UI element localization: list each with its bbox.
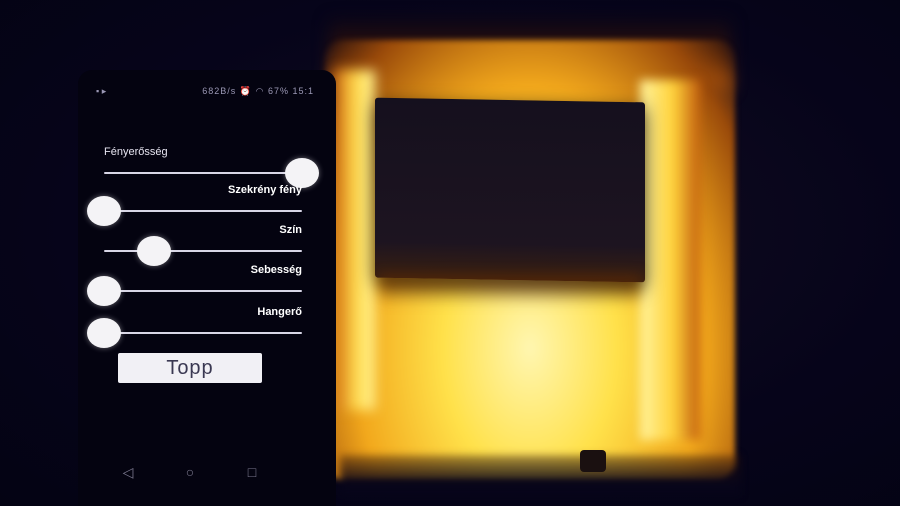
panel-shadow [380,275,640,305]
scene: ▪ ▸ 682B/s ⏰ ◠ 67% 15:1 Fényerősség Szek… [0,0,900,506]
battery-level: 67% [267,86,289,96]
slider-brightness[interactable]: Fényerősség [92,146,319,188]
slider-thumb[interactable] [136,236,171,266]
recents-icon[interactable]: □ [242,462,262,482]
slider-thumb[interactable] [87,276,121,306]
status-icons: ▪ ▸ [96,86,107,96]
dark-cover-panel [375,97,645,283]
wifi-icon: ◠ [255,86,265,96]
alarm-icon: ⏰ [239,86,253,96]
glow-left-panel [335,70,375,410]
slider-track[interactable] [104,172,302,174]
clock: 15:1 [292,86,314,96]
status-bar: ▪ ▸ 682B/s ⏰ ◠ 67% 15:1 [96,86,314,98]
network-speed: 682B/s [202,86,237,96]
slider-speed[interactable]: Sebesség [87,264,302,306]
slider-label: Fényerősség [104,146,168,158]
glow-right-panel [640,80,700,440]
phone-screen: ▪ ▸ 682B/s ⏰ ◠ 67% 15:1 Fényerősség Szek… [78,70,336,506]
base-shadow [340,455,740,495]
home-icon[interactable]: ○ [180,462,200,482]
slider-label: Hangerő [257,306,302,318]
slider-color[interactable]: Szín [92,224,302,266]
slider-thumb[interactable] [87,318,121,348]
slider-cabinet-light[interactable]: Szekrény fény [87,184,302,226]
slider-track[interactable] [104,210,302,212]
slider-track[interactable] [104,332,302,334]
base-knob [580,450,606,472]
status-info: 682B/s ⏰ ◠ 67% 15:1 [202,86,314,97]
slider-label: Szín [279,224,302,236]
slider-thumb[interactable] [87,196,121,226]
back-icon[interactable]: ◁ [118,462,138,482]
slider-track[interactable] [104,250,302,252]
nav-bar: ◁ ○ □ [108,462,278,482]
slider-label: Sebesség [250,264,302,276]
slider-track[interactable] [104,290,302,292]
stop-button[interactable]: Topp [118,353,262,383]
slider-volume[interactable]: Hangerő [87,306,302,348]
slider-label: Szekrény fény [228,184,302,196]
